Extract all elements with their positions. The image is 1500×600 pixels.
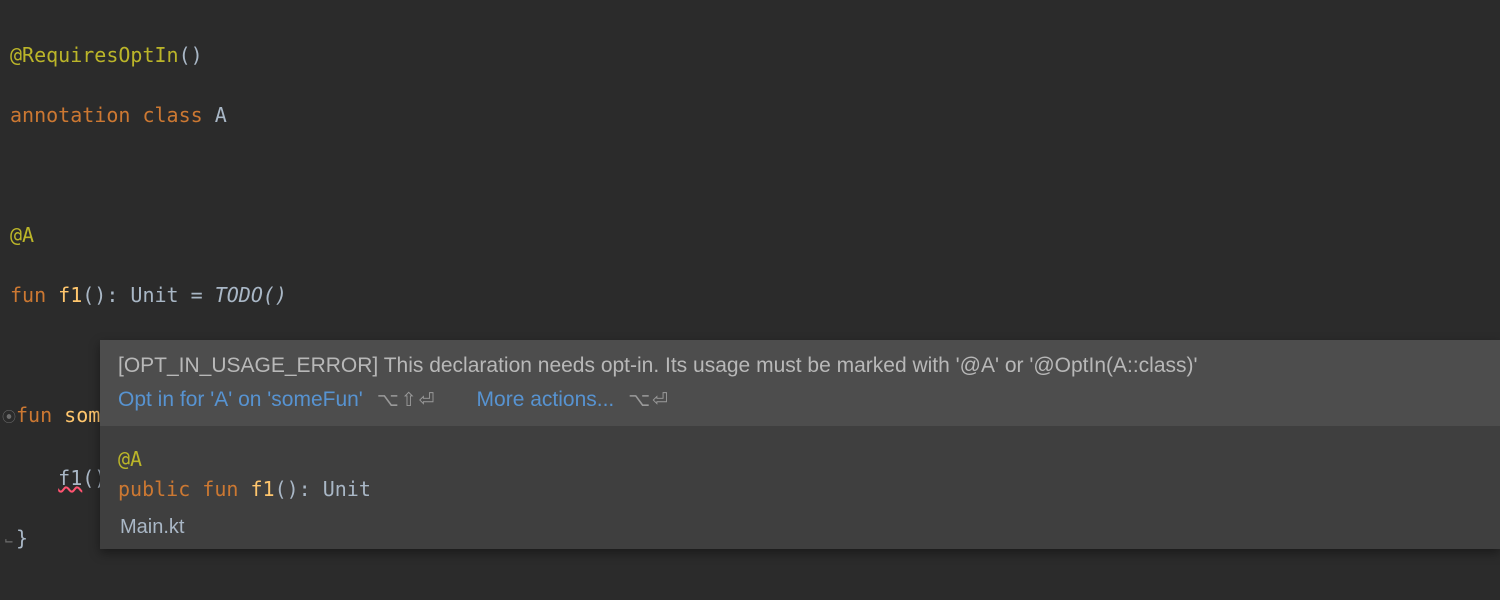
code-line[interactable]: @A [10,220,1500,250]
intention-popup: [OPT_IN_USAGE_ERROR] This declaration ne… [100,340,1500,549]
keyword: class [142,103,202,127]
more-actions[interactable]: More actions... ⌥⏎ [477,388,671,412]
todo-call: TODO() [215,283,287,307]
annotation: @A [10,223,34,247]
shortcut-label: ⌥⏎ [628,389,670,412]
quick-doc-file: Main.kt [100,516,1500,549]
keyword: fun [16,403,52,427]
keyword: fun [202,477,238,501]
inspection-message: [OPT_IN_USAGE_ERROR] This declaration ne… [100,340,1500,388]
signature: (): Unit = [82,283,214,307]
paren: () [179,43,203,67]
annotation: @A [118,447,142,471]
class-name: A [215,103,227,127]
quickfix-action[interactable]: Opt in for 'A' on 'someFun' ⌥⇧⏎ [118,388,437,412]
gutter-run-icon[interactable]: ⦿ [2,403,16,433]
more-actions-link[interactable]: More actions... [477,388,615,412]
keyword: fun [10,283,46,307]
shortcut-label: ⌥⇧⏎ [377,389,437,412]
code-line[interactable]: fun f1(): Unit = TODO() [10,280,1500,310]
brace: } [16,526,28,550]
signature: (): Unit [275,477,371,501]
code-line[interactable]: annotation class A [10,100,1500,130]
code-line[interactable] [10,160,1500,190]
annotation: @RequiresOptIn [10,43,179,67]
keyword: public [118,477,190,501]
code-line[interactable]: @RequiresOptIn() [10,40,1500,70]
quickfix-link[interactable]: Opt in for 'A' on 'someFun' [118,388,363,412]
function-name: f1 [58,283,82,307]
function-name: f1 [250,477,274,501]
quick-doc: @A public fun f1(): Unit [100,426,1500,516]
error-highlight[interactable]: f1 [58,466,82,490]
keyword: annotation [10,103,130,127]
popup-actions-row: Opt in for 'A' on 'someFun' ⌥⇧⏎ More act… [100,388,1500,426]
gutter-fold-icon[interactable]: ⌙ [2,526,16,556]
